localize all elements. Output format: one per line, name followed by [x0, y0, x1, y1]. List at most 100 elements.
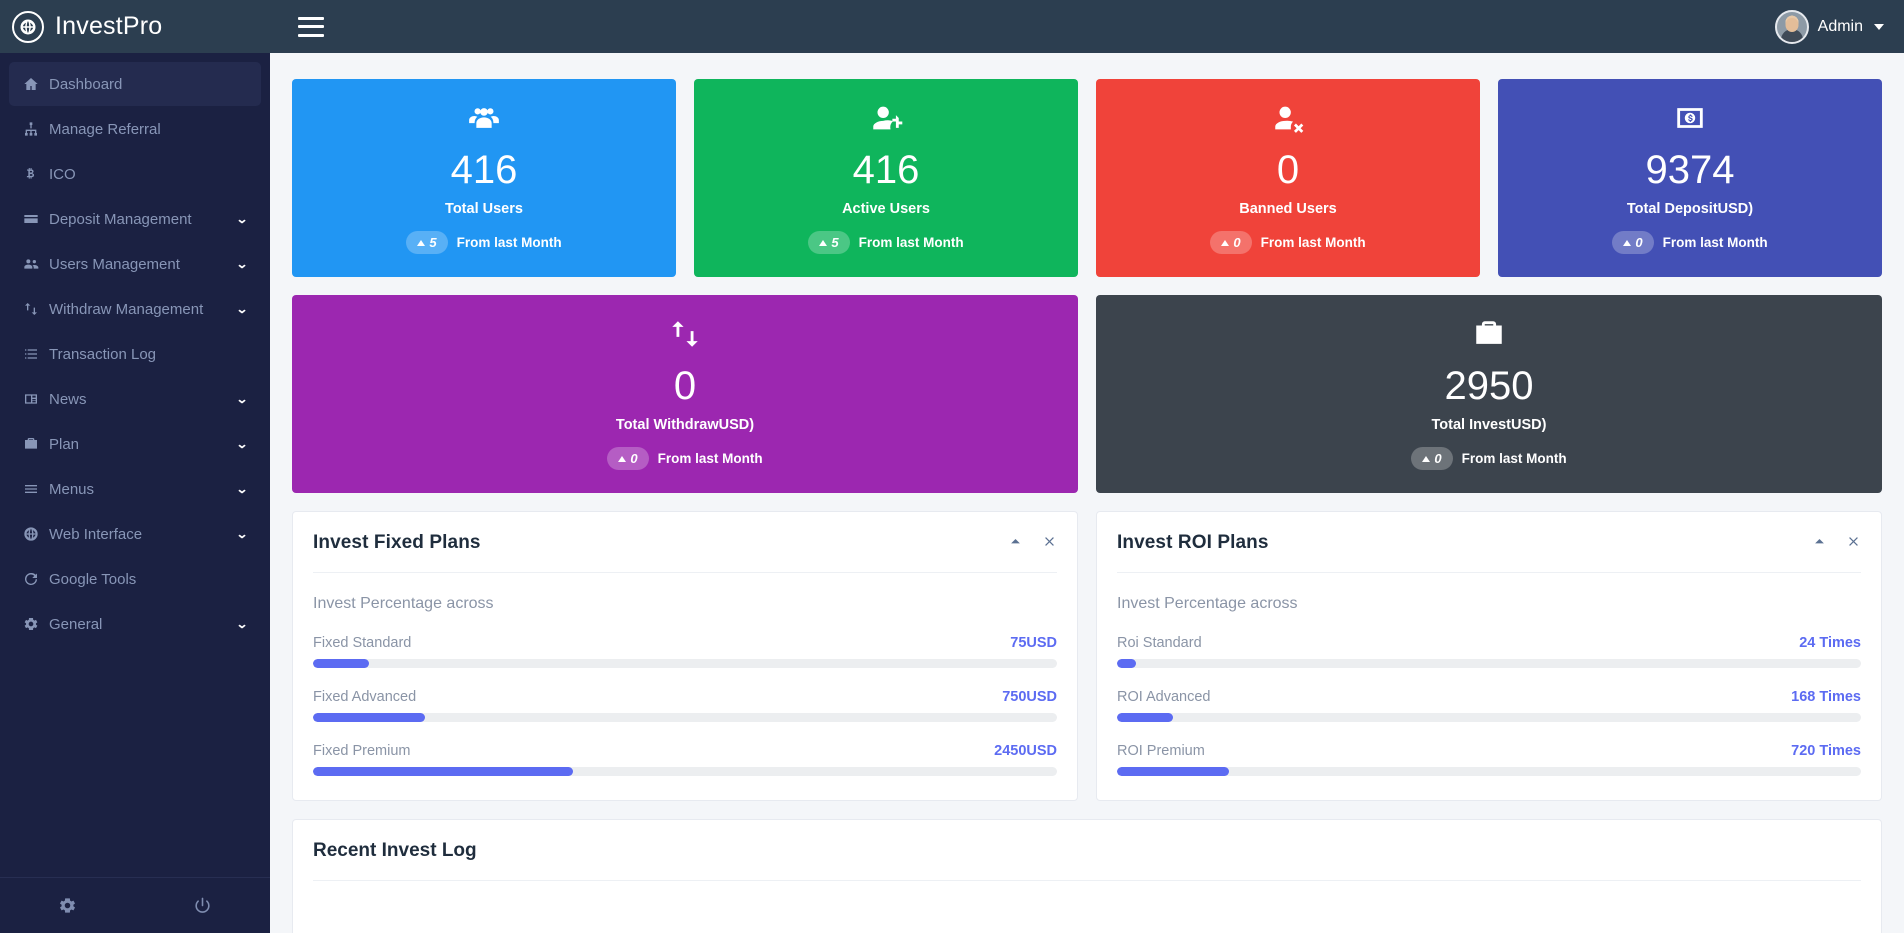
chevron-up-icon[interactable] [1812, 534, 1827, 552]
hamburger-icon[interactable] [298, 17, 324, 37]
sidebar-item-label: General [49, 616, 237, 633]
sidebar-item-deposit-management[interactable]: Deposit Management⌄ [9, 197, 261, 241]
delta-caption: From last Month [1663, 235, 1768, 250]
sidebar-item-label: Withdraw Management [49, 301, 237, 318]
plan-name: Fixed Advanced [313, 689, 416, 705]
status-badge: 0 [1612, 231, 1653, 254]
stat-footer: 5From last Month [406, 231, 561, 254]
recent-invest-log-title: Recent Invest Log [313, 820, 1861, 881]
chevron-down-icon: ⌄ [236, 392, 249, 406]
progress-bar-fill [313, 767, 573, 776]
plan-value: 2450USD [994, 743, 1057, 759]
plan-row-header: Fixed Advanced 750USD [313, 689, 1057, 705]
stat-card-total-users: 416Total Users5From last Month [292, 79, 676, 277]
panel-invest-fixed-plans: Invest Fixed PlansInvest Percentage acro… [292, 511, 1078, 801]
stat-label: Active Users [842, 201, 930, 217]
delta-value: 0 [1233, 235, 1240, 250]
sidebar-item-users-management[interactable]: Users Management⌄ [9, 242, 261, 286]
delta-value: 0 [1635, 235, 1642, 250]
stat-card-active-users: 416 Active Users 5 From last Month [694, 79, 1078, 277]
briefcase-icon [23, 436, 49, 452]
plan-row-header: Roi Standard 24 Times [1117, 635, 1861, 651]
delta-caption: From last Month [859, 235, 964, 250]
stat-card-total-depositusd: 9374Total DepositUSD)0From last Month [1498, 79, 1882, 277]
plan-row-header: ROI Advanced168 Times [1117, 689, 1861, 705]
power-icon[interactable] [135, 896, 270, 915]
progress-bar-track [1117, 713, 1861, 722]
sidebar-item-news[interactable]: News⌄ [9, 377, 261, 421]
bars-icon [23, 481, 49, 497]
sidebar-item-label: ICO [49, 166, 247, 183]
sidebar-item-general[interactable]: General⌄ [9, 602, 261, 646]
chevron-down-icon: ⌄ [236, 527, 249, 541]
sidebar-item-withdraw-management[interactable]: Withdraw Management⌄ [9, 287, 261, 331]
delta-value: 0 [630, 451, 637, 466]
plan-value: 24 Times [1799, 635, 1861, 651]
stat-card-total-investusd: 2950Total InvestUSD)0From last Month [1096, 295, 1882, 493]
sidebar-item-web-interface[interactable]: Web Interface⌄ [9, 512, 261, 556]
close-icon[interactable] [1042, 534, 1057, 552]
progress-bar-fill [1117, 713, 1173, 722]
home-icon [23, 76, 49, 92]
arrow-up-icon [1221, 240, 1229, 246]
chevron-up-icon[interactable] [1008, 534, 1023, 552]
plan-name: Fixed Standard [313, 635, 411, 651]
sidebar-item-google-tools[interactable]: Google Tools [9, 557, 261, 601]
sidebar-item-dashboard[interactable]: Dashboard [9, 62, 261, 106]
delta-caption: From last Month [1462, 451, 1567, 466]
newspaper-icon [23, 391, 49, 407]
plan-row: Fixed Standard 75USD [313, 635, 1057, 668]
arrow-up-icon [1623, 240, 1631, 246]
sidebar-footer [0, 877, 270, 933]
delta-value: 5 [429, 235, 436, 250]
chevron-down-icon: ⌄ [236, 212, 249, 226]
panel-subtitle: Invest Percentage across [313, 595, 1057, 613]
plan-value: 750USD [1002, 689, 1057, 705]
sidebar-item-label: Plan [49, 436, 237, 453]
sidebar-item-transaction-log[interactable]: Transaction Log [9, 332, 261, 376]
gear-icon [23, 616, 49, 632]
plan-row: Roi Standard 24 Times [1117, 635, 1861, 668]
stat-footer: 0From last Month [1210, 231, 1365, 254]
panel-subtitle: Invest Percentage across [1117, 595, 1861, 613]
sidebar-item-manage-referral[interactable]: Manage Referral [9, 107, 261, 151]
settings-gear-icon[interactable] [0, 896, 135, 915]
user-menu[interactable]: Admin [1775, 10, 1904, 44]
plan-name: Roi Standard [1117, 635, 1202, 651]
plan-row-header: Fixed Standard 75USD [313, 635, 1057, 651]
plan-row-header: Fixed Premium2450USD [313, 743, 1057, 759]
sidebar-item-label: News [49, 391, 237, 408]
exchange-icon [23, 301, 49, 317]
main-content: 416Total Users5From last Month416Active … [270, 53, 1904, 933]
plans-panels-row: Invest Fixed PlansInvest Percentage acro… [292, 511, 1882, 801]
sidebar-item-label: Transaction Log [49, 346, 247, 363]
globe-icon [23, 526, 49, 542]
stat-cards-row-2: 0Total WithdrawUSD)0From last Month2950T… [292, 295, 1882, 493]
plan-name: ROI Advanced [1117, 689, 1211, 705]
plan-value: 75USD [1010, 635, 1057, 651]
sidebar-item-ico[interactable]: ICO [9, 152, 261, 196]
sitemap-icon [23, 121, 49, 137]
credit-card-icon [23, 211, 49, 227]
sidebar-item-label: Google Tools [49, 571, 247, 588]
close-icon[interactable] [1846, 534, 1861, 552]
user-plus-icon [869, 101, 903, 135]
globe-icon [12, 11, 44, 43]
exchange-icon [668, 317, 702, 351]
hamburger-bar [298, 17, 324, 20]
sidebar: DashboardManage Referral ICO Deposit Manag… [0, 53, 270, 933]
delta-value: 5 [831, 235, 838, 250]
status-badge: 0 [1411, 447, 1452, 470]
status-badge: 5 [406, 231, 447, 254]
sidebar-item-plan[interactable]: Plan⌄ [9, 422, 261, 466]
progress-bar-fill [1117, 767, 1229, 776]
stat-value: 0 [1277, 149, 1299, 191]
brand-area[interactable]: InvestPro [0, 0, 270, 53]
sidebar-item-menus[interactable]: Menus⌄ [9, 467, 261, 511]
stat-card-banned-users: 0Banned Users0From last Month [1096, 79, 1480, 277]
sidebar-item-label: Users Management [49, 256, 237, 273]
users-icon [23, 256, 49, 272]
stat-value: 416 [853, 149, 920, 191]
stat-label: Total Users [445, 201, 523, 217]
chevron-down-icon: ⌄ [236, 302, 249, 316]
